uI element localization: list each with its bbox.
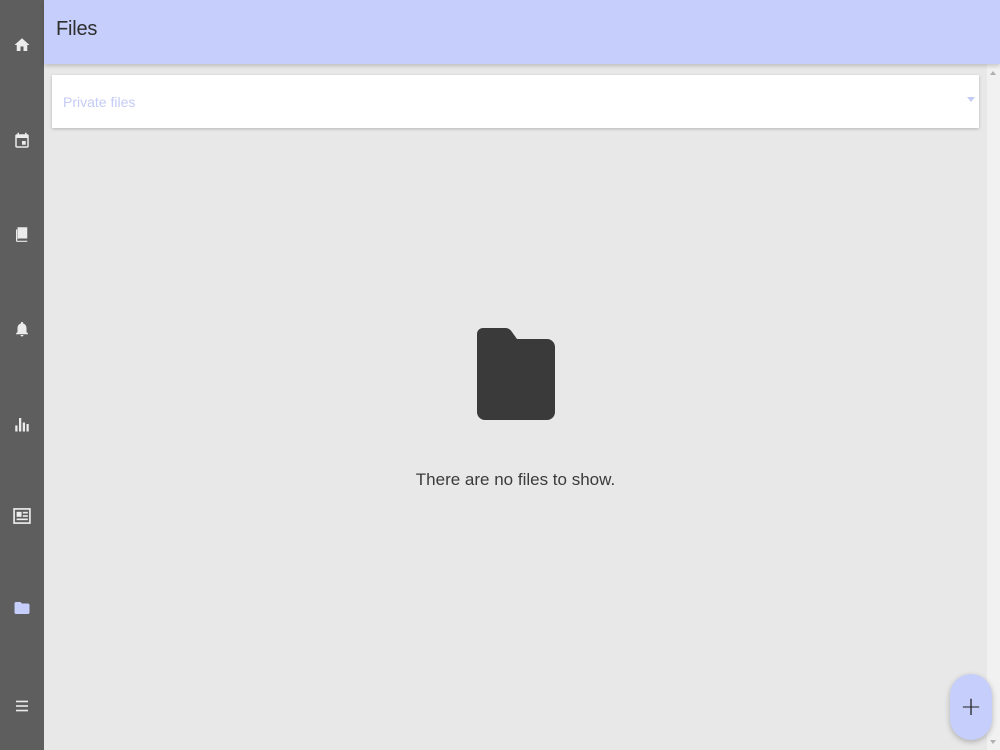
folder-icon: [14, 602, 30, 614]
sidebar-item-notifications[interactable]: [0, 309, 44, 349]
plus-icon: +: [960, 692, 982, 722]
sidebar-item-stats[interactable]: [0, 404, 44, 444]
book-icon: [16, 227, 28, 242]
sidebar-item-library[interactable]: [0, 214, 44, 254]
scroll-down-arrow[interactable]: [990, 740, 996, 744]
add-file-button[interactable]: +: [950, 674, 992, 740]
file-filter-value: Private files: [63, 94, 136, 110]
newspaper-icon: [13, 508, 31, 524]
sidebar-item-calendar[interactable]: [0, 121, 44, 161]
bell-icon: [16, 321, 28, 337]
chevron-down-icon: [967, 97, 975, 102]
page-title: Files: [56, 18, 98, 40]
sidebar-item-news[interactable]: [0, 496, 44, 536]
app-header: Files: [44, 0, 1000, 64]
home-icon: [14, 38, 30, 51]
sidebar-item-menu[interactable]: [0, 686, 44, 726]
sidebar-nav: [0, 0, 44, 750]
menu-icon: [16, 700, 28, 712]
vertical-scrollbar[interactable]: [987, 64, 1000, 750]
sidebar-item-files[interactable]: [0, 588, 44, 628]
scroll-up-arrow[interactable]: [990, 71, 996, 75]
calendar-icon: [15, 132, 29, 148]
bar-chart-icon: [15, 418, 29, 432]
main-content: Private files There are no files to show…: [44, 64, 987, 750]
empty-state-message: There are no files to show.: [415, 470, 616, 489]
sidebar-item-home[interactable]: [0, 25, 44, 65]
folder-icon: [477, 328, 555, 420]
file-filter-select[interactable]: Private files: [52, 75, 979, 128]
